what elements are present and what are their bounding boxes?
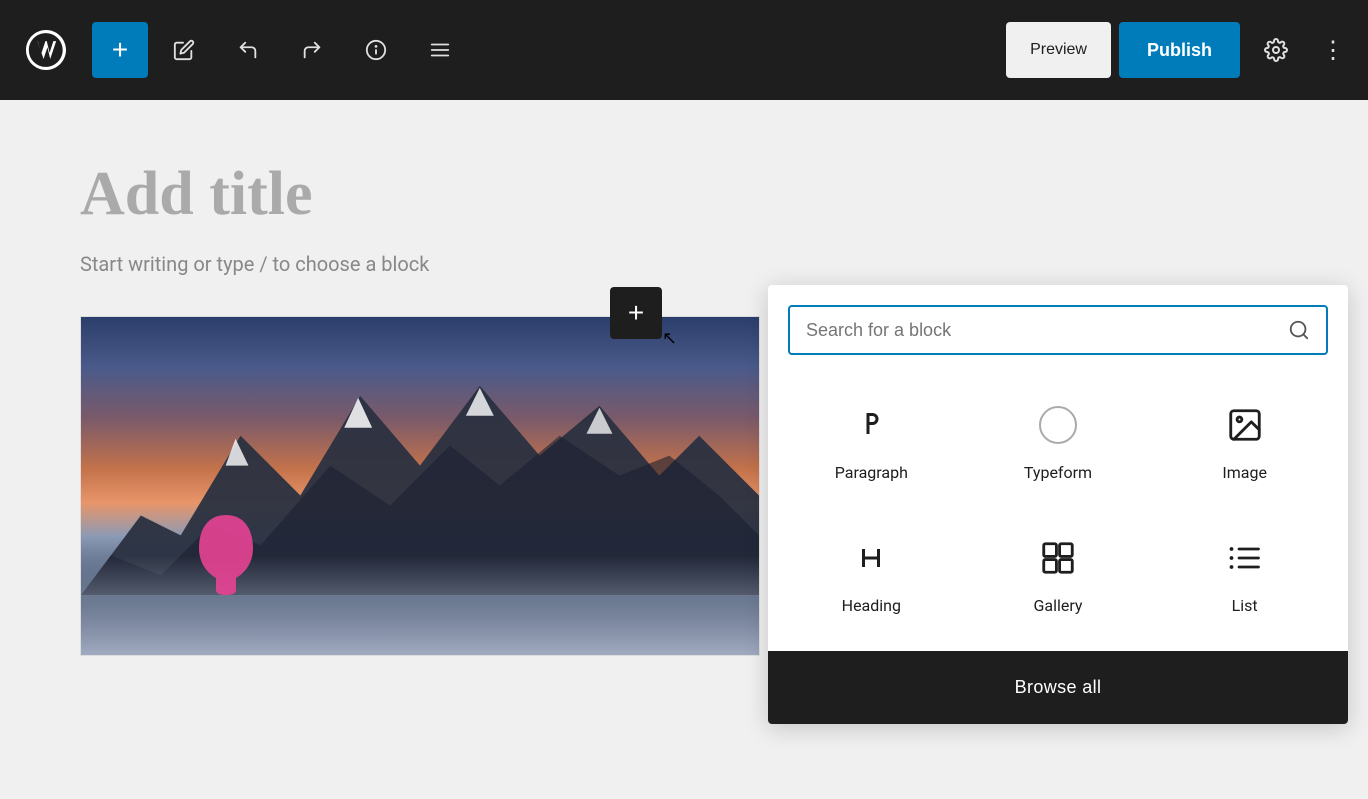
plus-icon: + xyxy=(112,36,128,64)
block-item-typeform[interactable]: Typeform xyxy=(975,385,1142,498)
browse-all-button[interactable]: Browse all xyxy=(768,651,1348,724)
search-icon xyxy=(1288,319,1310,341)
heading-icon xyxy=(853,534,889,582)
list-label: List xyxy=(1232,596,1258,615)
block-item-heading[interactable]: Heading xyxy=(788,518,955,631)
paragraph-label: Paragraph xyxy=(835,463,908,482)
heading-label: Heading xyxy=(842,596,901,615)
edit-button[interactable] xyxy=(156,22,212,78)
search-button[interactable] xyxy=(1288,319,1310,341)
typeform-icon xyxy=(1039,401,1077,449)
editor-area: Add title Start writing or type / to cho… xyxy=(0,100,1368,799)
more-options-button[interactable]: ⋮ xyxy=(1312,22,1352,78)
ellipsis-vertical-icon: ⋮ xyxy=(1321,36,1343,65)
publish-button[interactable]: Publish xyxy=(1119,22,1240,78)
inline-block-inserter-button[interactable]: + xyxy=(610,287,662,339)
list-icon xyxy=(1227,534,1263,582)
search-area xyxy=(768,285,1348,355)
block-item-list[interactable]: List xyxy=(1161,518,1328,631)
head-silhouette xyxy=(191,510,261,600)
block-grid: Paragraph Typeform Image xyxy=(768,355,1348,651)
pencil-icon xyxy=(173,39,195,61)
list-view-icon xyxy=(429,39,451,61)
block-item-paragraph[interactable]: Paragraph xyxy=(788,385,955,498)
typeform-label: Typeform xyxy=(1024,463,1092,482)
info-icon xyxy=(365,39,387,61)
preview-button[interactable]: Preview xyxy=(1006,22,1111,78)
body-placeholder: Start writing or type / to choose a bloc… xyxy=(80,252,1288,276)
info-button[interactable] xyxy=(348,22,404,78)
search-box xyxy=(788,305,1328,355)
block-item-gallery[interactable]: Gallery xyxy=(975,518,1142,631)
gallery-label: Gallery xyxy=(1033,596,1082,615)
block-inserter-panel: Paragraph Typeform Image xyxy=(768,285,1348,724)
block-item-image[interactable]: Image xyxy=(1161,385,1328,498)
search-input[interactable] xyxy=(806,320,1276,341)
wp-logo xyxy=(16,0,76,100)
plus-icon: + xyxy=(628,299,644,327)
image-icon xyxy=(1226,401,1264,449)
title-placeholder[interactable]: Add title xyxy=(80,160,1288,228)
redo-icon xyxy=(301,39,323,61)
image-label: Image xyxy=(1222,463,1267,482)
gallery-icon xyxy=(1039,534,1077,582)
gear-icon xyxy=(1264,38,1288,62)
paragraph-icon xyxy=(853,401,889,449)
settings-button[interactable] xyxy=(1248,22,1304,78)
add-block-button[interactable]: + xyxy=(92,22,148,78)
undo-button[interactable] xyxy=(220,22,276,78)
list-view-button[interactable] xyxy=(412,22,468,78)
undo-icon xyxy=(237,39,259,61)
redo-button[interactable] xyxy=(284,22,340,78)
editor-image xyxy=(80,316,760,656)
toolbar: + Preview Publish xyxy=(0,0,1368,100)
fog-layer xyxy=(81,555,759,655)
mountain-background xyxy=(81,317,759,655)
